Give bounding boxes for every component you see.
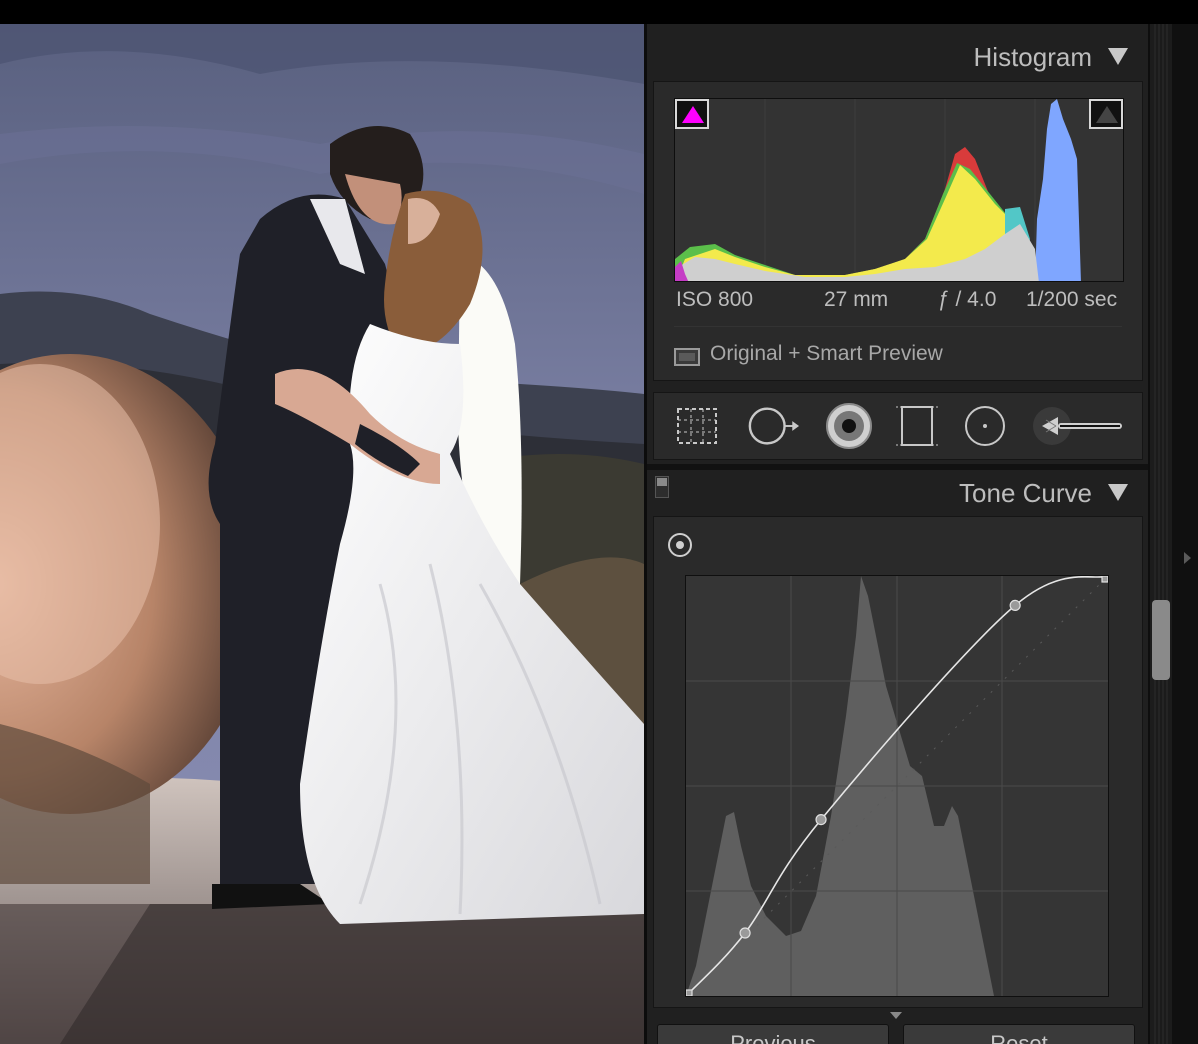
brush-icon	[1033, 407, 1122, 445]
divider	[674, 326, 1122, 327]
tone-curve-title: Tone Curve	[959, 478, 1092, 508]
crop-icon	[677, 408, 717, 444]
wedding-photo	[0, 24, 644, 1044]
smart-preview-status[interactable]: Original + Smart Preview	[710, 342, 943, 366]
spot-removal-tool[interactable]	[746, 399, 800, 453]
panel-expand-arrow-icon[interactable]	[1184, 552, 1191, 564]
tone-curve-graph[interactable]	[685, 575, 1109, 997]
expand-triangle-icon[interactable]	[890, 1012, 902, 1019]
tone-curve-svg	[686, 576, 1108, 996]
histogram-panel: ISO 800 27 mm ƒ / 4.0 1/200 sec Original…	[653, 81, 1143, 381]
exif-aperture: ƒ / 4.0	[938, 288, 997, 311]
smart-preview-icon	[674, 348, 700, 366]
tone-curve-panel	[653, 516, 1143, 1008]
curve-control-point[interactable]	[739, 927, 751, 939]
curve-control-point[interactable]	[1009, 599, 1021, 611]
red-eye-tool[interactable]	[822, 399, 876, 453]
scrollbar-thumb[interactable]	[1152, 600, 1170, 680]
photo-preview[interactable]	[0, 24, 644, 1044]
histogram-graph[interactable]	[674, 98, 1124, 282]
radial-filter-tool[interactable]	[958, 399, 1012, 453]
highlight-clipping-toggle[interactable]	[1089, 99, 1123, 129]
curve-control-point[interactable]	[1101, 576, 1108, 583]
collapse-triangle-icon[interactable]	[1108, 484, 1128, 501]
panel-scrollbar[interactable]	[1148, 24, 1172, 1044]
curve-control-point[interactable]	[686, 989, 693, 996]
targeted-adjustment-icon[interactable]	[668, 533, 692, 557]
collapse-triangle-icon[interactable]	[1108, 48, 1128, 65]
curve-control-point[interactable]	[815, 814, 827, 826]
clipping-triangle-icon	[682, 106, 704, 123]
reset-button[interactable]: Reset	[903, 1024, 1135, 1044]
graduated-filter-tool[interactable]	[890, 399, 944, 453]
graduated-filter-icon	[896, 406, 938, 446]
previous-button[interactable]: Previous	[657, 1024, 889, 1044]
histogram-svg	[675, 99, 1081, 281]
exif-focal-length: 27 mm	[824, 288, 889, 311]
exif-shutter: 1/200 sec	[1026, 288, 1118, 311]
radial-filter-icon	[965, 406, 1005, 446]
right-edge	[1172, 24, 1198, 1044]
spot-removal-icon	[748, 407, 800, 445]
tool-strip	[653, 392, 1143, 460]
shadow-clipping-toggle[interactable]	[675, 99, 709, 129]
clipping-triangle-icon	[1096, 106, 1118, 123]
adjustment-brush-tool[interactable]	[1030, 399, 1130, 453]
histogram-header[interactable]: Histogram	[647, 28, 1148, 84]
crop-overlay-tool[interactable]	[670, 399, 724, 453]
tone-curve-header[interactable]: Tone Curve	[647, 464, 1148, 520]
histogram-title: Histogram	[973, 42, 1092, 72]
exif-iso: ISO 800	[676, 288, 754, 311]
develop-right-panel: Histogram ISO 800 27 mm ƒ / 4.0 1/200 se…	[644, 24, 1148, 1044]
red-eye-icon	[826, 403, 872, 449]
